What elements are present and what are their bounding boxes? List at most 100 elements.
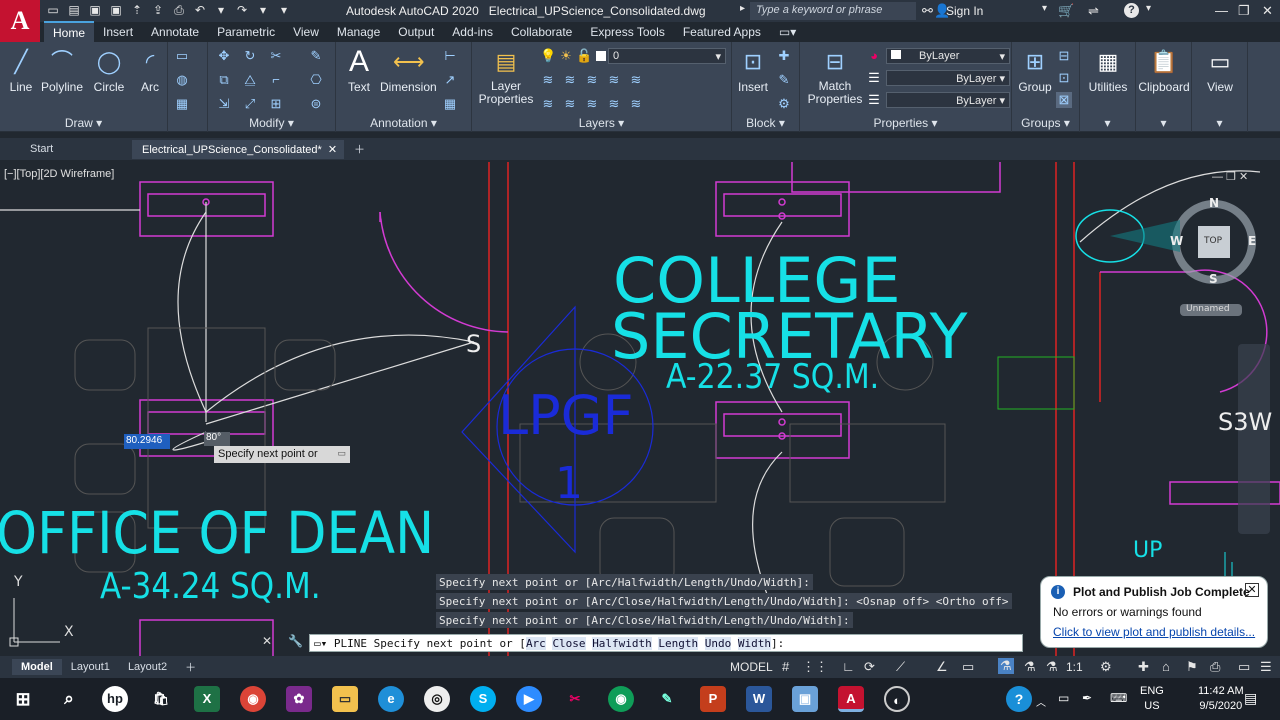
zoom-icon[interactable]: ▶ [516,686,542,712]
rotate-icon[interactable]: ↻ [242,48,258,64]
view-button[interactable]: ▭ View [1194,48,1246,94]
explode-icon[interactable]: ⎔ [308,72,324,88]
dimension-button[interactable]: ⟷ Dimension [380,48,437,94]
tray-chevron-icon[interactable]: ︿ [1036,694,1046,709]
lock-icon[interactable]: 🔓 [576,48,592,64]
ribbon-minimize-icon[interactable]: ▭▾ [770,22,805,42]
linetype-dropdown[interactable]: ByLayer ▾ [886,70,1010,86]
obs-icon[interactable]: ◐ [884,686,910,712]
help-icon[interactable]: ? [1124,3,1139,18]
language-indicator[interactable]: ENG US [1140,684,1164,714]
compass-n[interactable]: N [1209,196,1219,210]
windows-start-icon[interactable]: ⊞ [10,686,36,712]
object-snap-icon[interactable]: ∠ [936,659,948,675]
stretch-icon[interactable]: ⇲ [216,96,232,112]
fillet-icon[interactable]: ⌐ [268,72,284,88]
pen-icon[interactable]: ✒ [1082,691,1092,705]
line-button[interactable]: ╱ Line [6,48,36,94]
layer-thaw-icon[interactable]: ≋ [628,96,644,112]
tab-start[interactable]: Start [0,140,132,158]
store-icon[interactable]: 🛍 [148,686,174,712]
system-clock[interactable]: 11:42 AM 9/5/2020 [1198,684,1244,714]
file-explorer-icon[interactable]: ▭ [332,686,358,712]
tab-featured-apps[interactable]: Featured Apps [674,22,770,42]
layer-lock-icon[interactable]: ≋ [628,72,644,88]
skype-icon[interactable]: S [470,686,496,712]
compass-w[interactable]: W [1170,234,1183,248]
add-layout-icon[interactable]: ＋ [176,657,205,677]
modify-panel-title[interactable]: Modify ▾ [208,116,335,130]
tab-layout1[interactable]: Layout1 [62,659,119,675]
tab-annotate[interactable]: Annotate [142,22,208,42]
command-recent-icon[interactable]: ▭▾ [314,637,334,650]
tab-express-tools[interactable]: Express Tools [581,22,673,42]
redo-icon[interactable]: ↷ [235,3,249,17]
annotation-panel-title[interactable]: Annotation ▾ [336,116,471,130]
viewport-controls[interactable]: [−][Top][2D Wireframe] [4,168,114,180]
color-dropdown[interactable]: ByLayer ▾ [886,48,1010,64]
binoculars-icon[interactable]: ⚯ [922,3,933,19]
polyline-button[interactable]: ⌒ Polyline [38,48,86,94]
layer-unisolate-icon[interactable]: ≋ [584,96,600,112]
edge-icon[interactable]: e [378,686,404,712]
tab-insert[interactable]: Insert [94,22,142,42]
rectangle-icon[interactable]: ▭ [174,48,190,64]
draw-panel-title[interactable]: Draw ▾ [0,116,167,130]
option-width[interactable]: Width [737,637,772,650]
powerpoint-icon[interactable]: P [700,686,726,712]
erase-icon[interactable]: ✎ [308,48,324,64]
ungroup-icon[interactable]: ⊟ [1056,48,1072,64]
selection-cycling-icon[interactable]: ▭ [962,659,974,675]
layer-iso-icon[interactable]: ≋ [562,72,578,88]
save-as-icon[interactable]: ▣ [109,3,123,17]
block-panel-title[interactable]: Block ▾ [732,116,799,130]
minimize-icon[interactable]: — [1215,3,1228,18]
ucs-menu[interactable]: Unnamed [1186,304,1230,314]
trim-icon[interactable]: ✂ [268,48,284,64]
annotation-scale-icon[interactable]: ⚗ [1046,659,1058,675]
clipboard-button[interactable]: 📋 Clipboard [1136,48,1192,94]
tab-add-ins[interactable]: Add-ins [443,22,502,42]
cart-icon[interactable]: 🛒 [1058,3,1074,19]
lineweight-icon[interactable]: ☰ [866,92,882,108]
camera-app-icon[interactable]: ◎ [424,686,450,712]
lineweight-dropdown[interactable]: ByLayer ▾ [886,92,1010,108]
application-menu-button[interactable]: A [0,0,40,42]
utilities-button[interactable]: ▦ Utilities [1082,48,1134,94]
viewcube[interactable] [1075,200,1256,316]
open-icon[interactable]: ▤ [67,3,81,17]
help-dropdown-icon[interactable]: ▾ [1146,3,1151,14]
prompt-options-icon[interactable]: ▭ [337,448,346,459]
tab-drawing[interactable]: Electrical_UPScience_Consolidated* ✕ [132,139,344,159]
hatch-icon[interactable]: ◍ [174,72,190,88]
snap-icon[interactable]: ⋮⋮ [802,659,828,675]
quick-properties-icon[interactable]: ⚑ [1186,659,1198,675]
close-tab-icon[interactable]: ✕ [328,144,337,156]
color-wheel-icon[interactable]: ◕ [866,48,882,64]
offset-icon[interactable]: ⊜ [308,96,324,112]
option-halfwidth[interactable]: Halfwidth [592,637,652,650]
navigation-bar[interactable] [1238,344,1270,534]
grid-icon[interactable]: # [782,659,789,674]
undo-icon[interactable]: ↶ [193,3,207,17]
layer-state-icon[interactable]: ≋ [540,72,556,88]
viewcube-top-face[interactable]: TOP [1204,236,1222,246]
notification-link[interactable]: Click to view plot and publish details..… [1053,625,1255,639]
mirror-icon[interactable]: ⧋ [242,72,258,88]
redo-dropdown-icon[interactable]: ▾ [256,3,270,17]
view-expand-icon[interactable]: ▾ [1192,116,1247,130]
tab-view[interactable]: View [284,22,328,42]
fullscreen-icon[interactable]: ▭ [1238,659,1250,675]
layer-match-icon[interactable]: ≋ [540,96,556,112]
insert-button[interactable]: ⊡ Insert [734,48,772,94]
units-icon[interactable]: ⌂ [1162,659,1170,674]
clipboard-expand-icon[interactable]: ▾ [1136,116,1191,130]
compass-e[interactable]: E [1248,234,1256,248]
text-button[interactable]: A Text [342,47,376,95]
print-icon[interactable]: ⎙ [172,3,186,17]
leader-icon[interactable]: ↗ [442,72,458,88]
linear-dim-icon[interactable]: ⊢ [442,48,458,64]
match-properties-button[interactable]: ⊟ Match Properties [804,48,866,106]
layer-previous-icon[interactable]: ≋ [562,96,578,112]
exchange-icon[interactable]: ⇌ [1088,3,1099,19]
